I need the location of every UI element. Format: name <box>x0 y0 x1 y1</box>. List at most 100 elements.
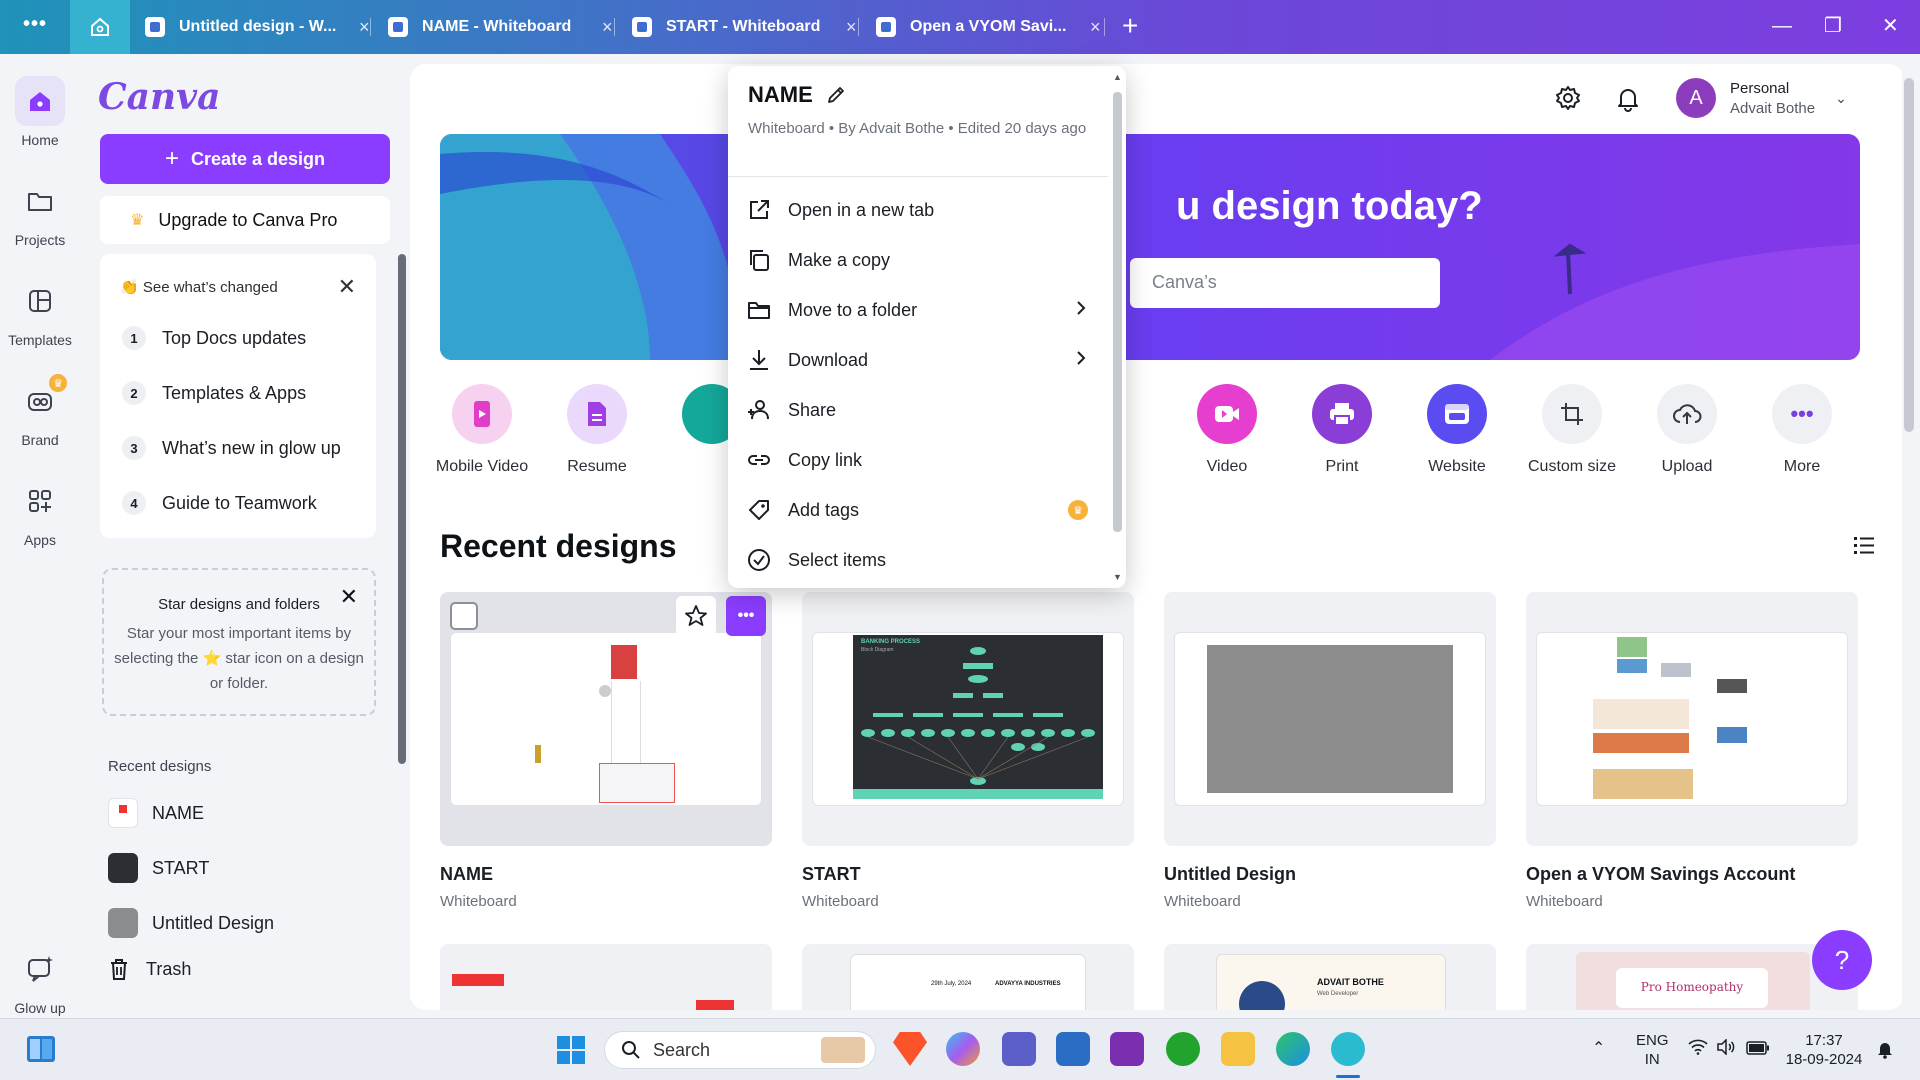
pencil-edit-icon[interactable] <box>825 84 847 106</box>
tab-vyom-savings[interactable]: Open a VYOM Savi... × <box>876 0 1101 54</box>
tab-close-icon[interactable]: × <box>602 17 613 38</box>
scroll-up-icon[interactable]: ▲ <box>1113 72 1122 82</box>
whats-changed-item[interactable]: 3 What’s new in glow up <box>122 436 341 460</box>
battery-icon[interactable] <box>1746 1041 1770 1060</box>
rail-item-brand[interactable]: ♛ Brand <box>0 374 80 448</box>
star-button[interactable] <box>676 596 716 636</box>
design-name[interactable]: NAME <box>440 864 772 885</box>
upgrade-pro-button[interactable]: ♛ Upgrade to Canva Pro <box>100 196 390 244</box>
brave-browser-icon[interactable] <box>893 1032 927 1066</box>
rail-item-templates[interactable]: Templates <box>0 276 80 348</box>
xbox-icon[interactable] <box>1166 1032 1200 1066</box>
create-design-button[interactable]: + Create a design <box>100 134 390 184</box>
widgets-icon[interactable] <box>26 1035 56 1068</box>
design-name[interactable]: START <box>802 864 1134 885</box>
design-card-row2-3[interactable]: ADVAIT BOTHE Web Developer <box>1164 944 1496 1010</box>
design-card-name[interactable]: ••• NAME Whiteboard <box>440 592 772 910</box>
design-type-custom-size[interactable]: Custom size <box>1512 384 1632 476</box>
language-indicator[interactable]: ENG IN <box>1636 1031 1669 1069</box>
design-card-row2-1[interactable] <box>440 944 772 1010</box>
design-type-upload[interactable]: Upload <box>1627 384 1747 476</box>
taskbar-search[interactable]: Search <box>604 1031 876 1069</box>
teams-icon[interactable] <box>1002 1032 1036 1066</box>
scroll-down-icon[interactable]: ▼ <box>1113 572 1122 582</box>
design-thumbnail[interactable] <box>1164 592 1496 846</box>
recent-item-untitled[interactable]: Untitled Design <box>108 908 274 938</box>
design-type-website[interactable]: Website <box>1397 384 1517 476</box>
select-checkbox[interactable] <box>450 602 478 630</box>
tab-untitled-design[interactable]: Untitled design - W... × <box>145 0 370 54</box>
design-card-start[interactable]: BANKING PROCESS Block Diagram START Whit… <box>802 592 1134 910</box>
menu-item-add-tags[interactable]: Add tags ♛ <box>746 488 1096 532</box>
clock[interactable]: 17:37 18-09-2024 <box>1784 1031 1864 1069</box>
design-thumbnail[interactable] <box>1526 592 1858 846</box>
canva-logo[interactable]: Canva <box>98 76 220 118</box>
design-type-print[interactable]: Print <box>1282 384 1402 476</box>
menu-item-move-folder[interactable]: Move to a folder <box>746 288 1096 332</box>
context-menu-title[interactable]: NAME <box>748 82 847 108</box>
close-window-button[interactable]: ✕ <box>1882 14 1899 38</box>
whats-changed-item[interactable]: 4 Guide to Teamwork <box>122 491 317 515</box>
design-type-more[interactable]: ••• More <box>1742 384 1862 476</box>
chevron-up-icon[interactable]: ⌃ <box>1592 1039 1605 1058</box>
home-tab[interactable] <box>70 0 130 54</box>
canva-app-icon[interactable] <box>1331 1032 1365 1066</box>
menu-item-download[interactable]: Download <box>746 338 1096 382</box>
panel-scrollbar[interactable] <box>398 254 406 764</box>
notification-bell-icon[interactable] <box>1876 1039 1894 1064</box>
more-options-button[interactable]: ••• <box>726 596 766 636</box>
close-icon[interactable]: ✕ <box>340 584 358 610</box>
context-menu-scrollbar[interactable]: ▲ ▼ <box>1110 72 1124 582</box>
design-type-video[interactable]: Video <box>1167 384 1287 476</box>
hero-search-input[interactable]: Canva’s <box>1130 258 1440 308</box>
design-thumbnail[interactable]: BANKING PROCESS Block Diagram <box>802 592 1134 846</box>
edge-browser-icon[interactable] <box>1276 1032 1310 1066</box>
minimize-button[interactable]: — <box>1772 14 1792 38</box>
tab-close-icon[interactable]: × <box>1090 17 1101 38</box>
design-type-mobile-video[interactable]: Mobile Video <box>422 384 542 476</box>
main-scrollbar[interactable] <box>1902 64 1916 1010</box>
wifi-icon[interactable] <box>1688 1039 1708 1060</box>
menu-item-select-items[interactable]: Select items <box>746 538 1096 582</box>
close-icon[interactable]: ✕ <box>338 274 356 300</box>
menu-item-open-new-tab[interactable]: Open in a new tab <box>746 188 1096 232</box>
whats-changed-item[interactable]: 1 Top Docs updates <box>122 326 306 350</box>
volume-icon[interactable] <box>1716 1038 1736 1060</box>
whats-changed-item[interactable]: 2 Templates & Apps <box>122 381 306 405</box>
microsoft-store-icon[interactable] <box>1056 1032 1090 1066</box>
windows-start-icon[interactable] <box>556 1035 586 1070</box>
design-card-row2-4[interactable]: Pro Homeopathy <box>1526 944 1858 1010</box>
maximize-button[interactable]: ❐ <box>1824 14 1842 38</box>
design-card-untitled[interactable]: Untitled Design Whiteboard <box>1164 592 1496 910</box>
design-thumbnail[interactable]: ••• <box>440 592 772 846</box>
more-dots-icon[interactable]: ••• <box>18 14 52 40</box>
trash-item[interactable]: Trash <box>106 956 191 982</box>
tab-name-whiteboard[interactable]: NAME - Whiteboard × <box>388 0 613 54</box>
design-card-row2-2[interactable]: ADVAYYA INDUSTRIES 29th July, 2024 <box>802 944 1134 1010</box>
settings-gear-icon[interactable] <box>1554 84 1582 117</box>
menu-item-make-copy[interactable]: Make a copy <box>746 238 1096 282</box>
tab-start-whiteboard[interactable]: START - Whiteboard × <box>632 0 857 54</box>
menu-item-share[interactable]: Share <box>746 388 1096 432</box>
list-view-icon[interactable] <box>1852 534 1876 561</box>
design-name[interactable]: Untitled Design <box>1164 864 1496 885</box>
tab-close-icon[interactable]: × <box>846 17 857 38</box>
design-type-resume[interactable]: Resume <box>537 384 657 476</box>
file-explorer-icon[interactable] <box>1221 1032 1255 1066</box>
rail-item-glow-up[interactable]: Glow up <box>0 944 80 1016</box>
help-button[interactable]: ? <box>1812 930 1872 990</box>
recent-item-start[interactable]: START <box>108 853 209 883</box>
account-menu[interactable]: A Personal Advait Bothe ⌄ <box>1676 78 1847 118</box>
notifications-bell-icon[interactable] <box>1614 84 1642 117</box>
rail-item-projects[interactable]: Projects <box>0 176 80 248</box>
rail-item-apps[interactable]: Apps <box>0 476 80 548</box>
podcast-app-icon[interactable] <box>1110 1032 1144 1066</box>
new-tab-button[interactable]: + <box>1122 12 1138 40</box>
recent-item-name[interactable]: NAME <box>108 798 204 828</box>
design-name[interactable]: Open a VYOM Savings Account <box>1526 864 1858 885</box>
menu-item-copy-link[interactable]: Copy link <box>746 438 1096 482</box>
copilot-icon[interactable] <box>946 1032 980 1066</box>
design-card-vyom[interactable]: Open a VYOM Savings Account Whiteboard <box>1526 592 1858 910</box>
rail-item-home[interactable]: Home <box>0 76 80 148</box>
tab-close-icon[interactable]: × <box>359 17 370 38</box>
